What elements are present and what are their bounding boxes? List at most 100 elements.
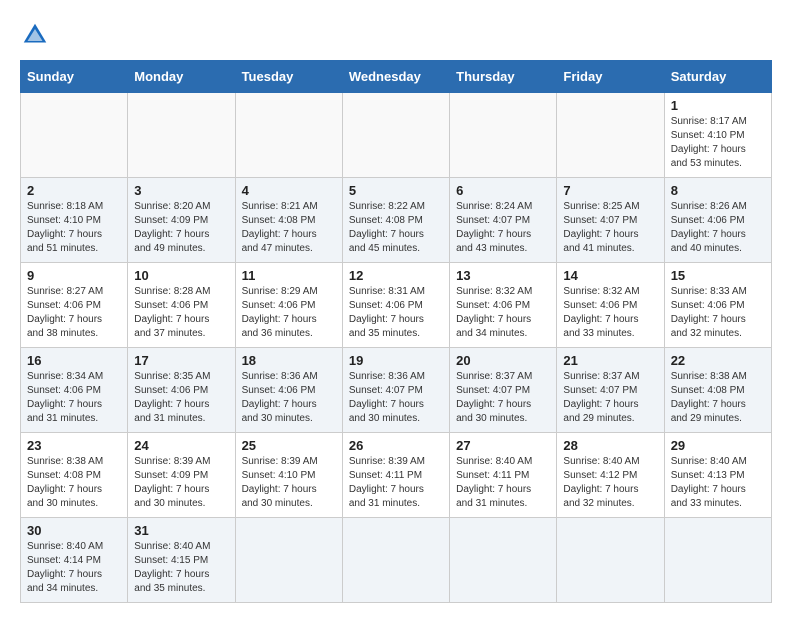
day-cell-14: 14 Sunrise: 8:32 AM Sunset: 4:06 PM Dayl… <box>557 263 664 348</box>
day-info: Sunrise: 8:36 AM Sunset: 4:06 PM Dayligh… <box>242 370 336 426</box>
calendar-week-2: 9 Sunrise: 8:27 AM Sunset: 4:06 PM Dayli… <box>21 263 772 348</box>
day-cell-8: 8 Sunrise: 8:26 AM Sunset: 4:06 PM Dayli… <box>664 178 771 263</box>
day-info: Sunrise: 8:40 AM Sunset: 4:13 PM Dayligh… <box>671 455 765 511</box>
day-info: Sunrise: 8:25 AM Sunset: 4:07 PM Dayligh… <box>563 200 657 256</box>
day-info: Sunrise: 8:38 AM Sunset: 4:08 PM Dayligh… <box>27 455 121 511</box>
day-number: 23 <box>27 438 121 453</box>
day-number: 8 <box>671 183 765 198</box>
day-cell-5: 5 Sunrise: 8:22 AM Sunset: 4:08 PM Dayli… <box>342 178 449 263</box>
day-cell-27: 27 Sunrise: 8:40 AM Sunset: 4:11 PM Dayl… <box>450 433 557 518</box>
day-info: Sunrise: 8:32 AM Sunset: 4:06 PM Dayligh… <box>456 285 550 341</box>
day-cell-19: 19 Sunrise: 8:36 AM Sunset: 4:07 PM Dayl… <box>342 348 449 433</box>
day-cell-24: 24 Sunrise: 8:39 AM Sunset: 4:09 PM Dayl… <box>128 433 235 518</box>
day-info: Sunrise: 8:26 AM Sunset: 4:06 PM Dayligh… <box>671 200 765 256</box>
day-number: 16 <box>27 353 121 368</box>
calendar-week-5: 30 Sunrise: 8:40 AM Sunset: 4:14 PM Dayl… <box>21 518 772 603</box>
header-tuesday: Tuesday <box>235 61 342 93</box>
day-cell-18: 18 Sunrise: 8:36 AM Sunset: 4:06 PM Dayl… <box>235 348 342 433</box>
day-number: 24 <box>134 438 228 453</box>
day-info: Sunrise: 8:28 AM Sunset: 4:06 PM Dayligh… <box>134 285 228 341</box>
day-number: 4 <box>242 183 336 198</box>
day-info: Sunrise: 8:39 AM Sunset: 4:10 PM Dayligh… <box>242 455 336 511</box>
calendar-week-4: 23 Sunrise: 8:38 AM Sunset: 4:08 PM Dayl… <box>21 433 772 518</box>
day-cell-16: 16 Sunrise: 8:34 AM Sunset: 4:06 PM Dayl… <box>21 348 128 433</box>
header-sunday: Sunday <box>21 61 128 93</box>
header-friday: Friday <box>557 61 664 93</box>
day-info: Sunrise: 8:35 AM Sunset: 4:06 PM Dayligh… <box>134 370 228 426</box>
day-cell-6: 6 Sunrise: 8:24 AM Sunset: 4:07 PM Dayli… <box>450 178 557 263</box>
day-cell-12: 12 Sunrise: 8:31 AM Sunset: 4:06 PM Dayl… <box>342 263 449 348</box>
day-number: 10 <box>134 268 228 283</box>
day-info: Sunrise: 8:18 AM Sunset: 4:10 PM Dayligh… <box>27 200 121 256</box>
day-cell-29: 29 Sunrise: 8:40 AM Sunset: 4:13 PM Dayl… <box>664 433 771 518</box>
day-cell-31: 31 Sunrise: 8:40 AM Sunset: 4:15 PM Dayl… <box>128 518 235 603</box>
empty-cell <box>235 93 342 178</box>
day-number: 27 <box>456 438 550 453</box>
empty-cell <box>557 93 664 178</box>
day-cell-17: 17 Sunrise: 8:35 AM Sunset: 4:06 PM Dayl… <box>128 348 235 433</box>
day-number: 9 <box>27 268 121 283</box>
day-number: 15 <box>671 268 765 283</box>
day-info: Sunrise: 8:31 AM Sunset: 4:06 PM Dayligh… <box>349 285 443 341</box>
day-info: Sunrise: 8:40 AM Sunset: 4:11 PM Dayligh… <box>456 455 550 511</box>
header-monday: Monday <box>128 61 235 93</box>
day-cell-15: 15 Sunrise: 8:33 AM Sunset: 4:06 PM Dayl… <box>664 263 771 348</box>
day-cell-4: 4 Sunrise: 8:21 AM Sunset: 4:08 PM Dayli… <box>235 178 342 263</box>
logo <box>20 20 54 50</box>
header-wednesday: Wednesday <box>342 61 449 93</box>
day-number: 18 <box>242 353 336 368</box>
day-number: 7 <box>563 183 657 198</box>
day-cell-2: 2 Sunrise: 8:18 AM Sunset: 4:10 PM Dayli… <box>21 178 128 263</box>
day-cell-7: 7 Sunrise: 8:25 AM Sunset: 4:07 PM Dayli… <box>557 178 664 263</box>
day-number: 19 <box>349 353 443 368</box>
day-info: Sunrise: 8:36 AM Sunset: 4:07 PM Dayligh… <box>349 370 443 426</box>
day-number: 17 <box>134 353 228 368</box>
day-info: Sunrise: 8:22 AM Sunset: 4:08 PM Dayligh… <box>349 200 443 256</box>
page-header <box>20 20 772 50</box>
day-cell-25: 25 Sunrise: 8:39 AM Sunset: 4:10 PM Dayl… <box>235 433 342 518</box>
day-info: Sunrise: 8:17 AM Sunset: 4:10 PM Dayligh… <box>671 115 765 171</box>
day-cell-11: 11 Sunrise: 8:29 AM Sunset: 4:06 PM Dayl… <box>235 263 342 348</box>
header-thursday: Thursday <box>450 61 557 93</box>
day-cell-21: 21 Sunrise: 8:37 AM Sunset: 4:07 PM Dayl… <box>557 348 664 433</box>
day-info: Sunrise: 8:27 AM Sunset: 4:06 PM Dayligh… <box>27 285 121 341</box>
day-number: 29 <box>671 438 765 453</box>
day-cell-9: 9 Sunrise: 8:27 AM Sunset: 4:06 PM Dayli… <box>21 263 128 348</box>
empty-cell <box>450 93 557 178</box>
day-info: Sunrise: 8:21 AM Sunset: 4:08 PM Dayligh… <box>242 200 336 256</box>
day-number: 20 <box>456 353 550 368</box>
logo-icon <box>20 20 50 50</box>
empty-cell <box>664 518 771 603</box>
calendar-table: SundayMondayTuesdayWednesdayThursdayFrid… <box>20 60 772 603</box>
empty-cell <box>342 93 449 178</box>
day-number: 25 <box>242 438 336 453</box>
day-number: 28 <box>563 438 657 453</box>
day-number: 13 <box>456 268 550 283</box>
day-cell-20: 20 Sunrise: 8:37 AM Sunset: 4:07 PM Dayl… <box>450 348 557 433</box>
day-info: Sunrise: 8:40 AM Sunset: 4:14 PM Dayligh… <box>27 540 121 596</box>
day-number: 22 <box>671 353 765 368</box>
day-cell-22: 22 Sunrise: 8:38 AM Sunset: 4:08 PM Dayl… <box>664 348 771 433</box>
day-info: Sunrise: 8:24 AM Sunset: 4:07 PM Dayligh… <box>456 200 550 256</box>
day-cell-1: 1 Sunrise: 8:17 AM Sunset: 4:10 PM Dayli… <box>664 93 771 178</box>
empty-cell <box>450 518 557 603</box>
day-info: Sunrise: 8:40 AM Sunset: 4:12 PM Dayligh… <box>563 455 657 511</box>
day-number: 12 <box>349 268 443 283</box>
calendar-week-3: 16 Sunrise: 8:34 AM Sunset: 4:06 PM Dayl… <box>21 348 772 433</box>
day-number: 5 <box>349 183 443 198</box>
day-cell-23: 23 Sunrise: 8:38 AM Sunset: 4:08 PM Dayl… <box>21 433 128 518</box>
day-number: 30 <box>27 523 121 538</box>
day-info: Sunrise: 8:37 AM Sunset: 4:07 PM Dayligh… <box>563 370 657 426</box>
day-number: 31 <box>134 523 228 538</box>
day-cell-28: 28 Sunrise: 8:40 AM Sunset: 4:12 PM Dayl… <box>557 433 664 518</box>
calendar-week-0: 1 Sunrise: 8:17 AM Sunset: 4:10 PM Dayli… <box>21 93 772 178</box>
day-cell-10: 10 Sunrise: 8:28 AM Sunset: 4:06 PM Dayl… <box>128 263 235 348</box>
day-cell-3: 3 Sunrise: 8:20 AM Sunset: 4:09 PM Dayli… <box>128 178 235 263</box>
empty-cell <box>235 518 342 603</box>
day-info: Sunrise: 8:39 AM Sunset: 4:11 PM Dayligh… <box>349 455 443 511</box>
calendar-header-row: SundayMondayTuesdayWednesdayThursdayFrid… <box>21 61 772 93</box>
day-number: 6 <box>456 183 550 198</box>
header-saturday: Saturday <box>664 61 771 93</box>
day-info: Sunrise: 8:39 AM Sunset: 4:09 PM Dayligh… <box>134 455 228 511</box>
day-cell-13: 13 Sunrise: 8:32 AM Sunset: 4:06 PM Dayl… <box>450 263 557 348</box>
